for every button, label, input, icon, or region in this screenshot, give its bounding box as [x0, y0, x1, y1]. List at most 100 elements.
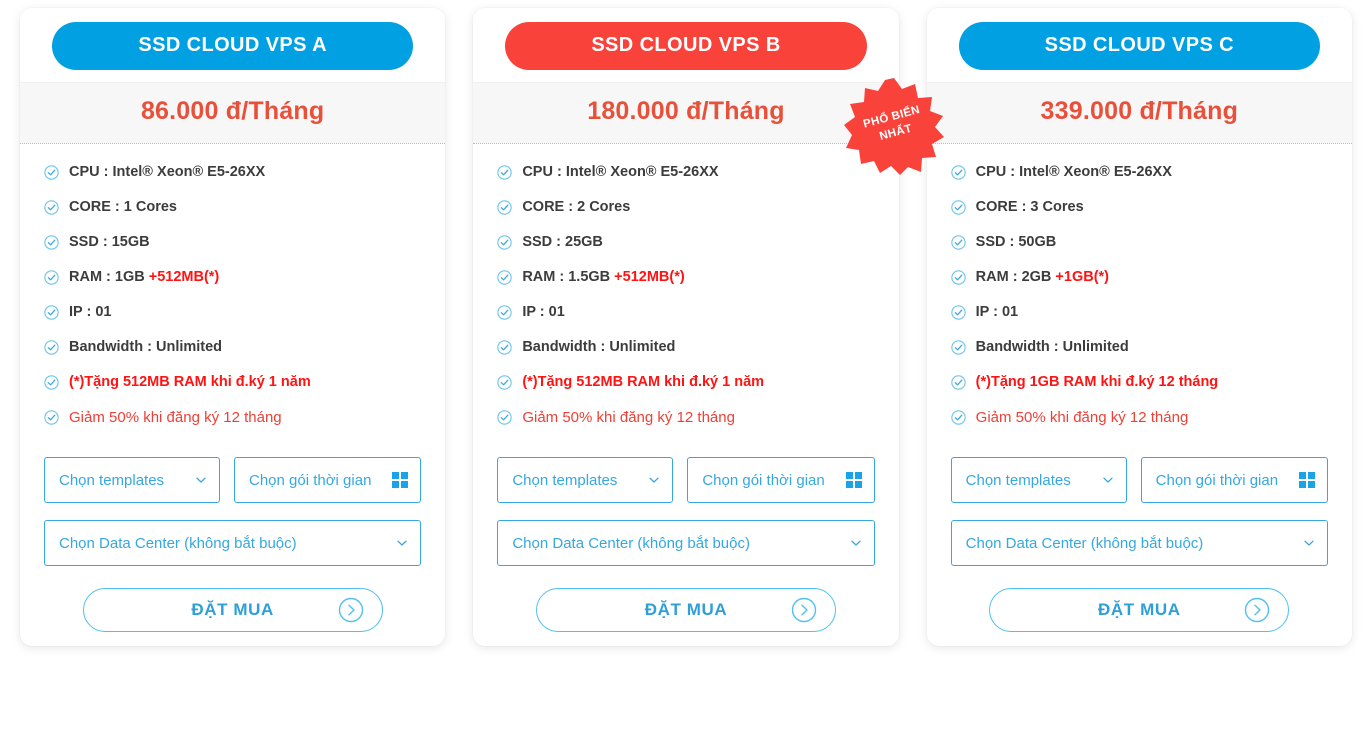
order-button-wrap: ĐẶT MUA: [927, 566, 1352, 632]
select-duration[interactable]: Chọn gói thời gian: [234, 457, 422, 503]
select-datacenter[interactable]: Chọn Data Center (không bắt buộc): [497, 520, 875, 566]
check-circle-icon: [950, 165, 966, 180]
feature-list: CPU : Intel® Xeon® E5-26XX CORE : 1 Core…: [44, 144, 421, 451]
arrow-right-circle-icon: [791, 597, 817, 623]
check-circle-icon: [497, 200, 513, 215]
check-circle-icon: [497, 340, 513, 355]
feature-label: CPU : Intel® Xeon® E5-26XX: [975, 164, 1172, 181]
grid-icon: [845, 472, 862, 488]
feature-label: CORE : 2 Cores: [522, 199, 631, 216]
select-datacenter[interactable]: Chọn Data Center (không bắt buộc): [44, 520, 422, 566]
plan-price: 180.000 đ/Tháng: [587, 97, 785, 125]
order-button[interactable]: ĐẶT MUA: [989, 588, 1290, 632]
check-circle-icon: [497, 235, 513, 250]
price-band: 86.000 đ/Tháng: [20, 82, 446, 144]
feature-label: CORE : 3 Cores: [975, 199, 1084, 216]
feature-label: SSD : 50GB: [975, 234, 1057, 251]
pricing-cards-row: SSD CLOUD VPS A 86.000 đ/Tháng CPU : Int…: [0, 0, 1372, 646]
check-circle-icon: [44, 340, 59, 355]
feature-item: Bandwidth : Unlimited: [497, 340, 874, 375]
feature-label: RAM : 2GB +1GB(*): [975, 269, 1109, 286]
feature-label: (*)Tặng 512MB RAM khi đ.ký 1 năm: [69, 374, 311, 391]
feature-label: RAM : 1.5GB +512MB(*): [522, 269, 685, 286]
feature-item: CPU : Intel® Xeon® E5-26XX: [497, 165, 874, 200]
pricing-card-3: SSD CLOUD VPS C 339.000 đ/Tháng CPU : In…: [926, 8, 1352, 646]
feature-label: SSD : 15GB: [69, 234, 150, 251]
select-templates-label: Chọn templates: [512, 471, 618, 489]
feature-item: IP : 01: [950, 304, 1328, 340]
feature-item: CORE : 1 Cores: [44, 200, 421, 235]
feature-label: IP : 01: [69, 304, 112, 321]
check-circle-icon: [950, 235, 966, 250]
price-band: 339.000 đ/Tháng: [926, 82, 1352, 144]
feature-label: Bandwidth : Unlimited: [975, 339, 1129, 356]
order-button[interactable]: ĐẶT MUA: [535, 588, 836, 632]
check-circle-icon: [497, 305, 513, 320]
check-circle-icon: [44, 235, 59, 250]
select-datacenter-label: Chọn Data Center (không bắt buộc): [59, 534, 297, 552]
select-templates[interactable]: Chọn templates: [950, 457, 1127, 503]
chevron-down-icon: [196, 477, 206, 483]
select-templates[interactable]: Chọn templates: [44, 457, 220, 503]
check-circle-icon: [950, 200, 966, 215]
feature-label: IP : 01: [975, 304, 1019, 321]
chevron-down-icon: [397, 540, 407, 546]
order-button-label: ĐẶT MUA: [1098, 600, 1181, 619]
select-datacenter-label: Chọn Data Center (không bắt buộc): [512, 534, 750, 552]
feature-item: (*)Tặng 512MB RAM khi đ.ký 1 năm: [497, 375, 874, 410]
select-row: Chọn templates Chọn gói thời gian: [950, 457, 1328, 503]
check-circle-icon: [44, 410, 59, 425]
order-button-wrap: ĐẶT MUA: [473, 566, 898, 632]
arrow-right-circle-icon: [338, 597, 363, 623]
feature-item: CORE : 2 Cores: [497, 200, 874, 235]
select-templates-label: Chọn templates: [59, 471, 165, 489]
chevron-down-icon: [1304, 540, 1314, 546]
feature-label: IP : 01: [522, 304, 565, 321]
feature-item: SSD : 25GB: [497, 235, 874, 270]
feature-bonus: +512MB(*): [148, 269, 220, 286]
feature-list: CPU : Intel® Xeon® E5-26XX CORE : 2 Core…: [497, 144, 874, 451]
pricing-card-2: PHỔ BIẾN NHẤT SSD CLOUD VPS B 180.000 đ/…: [473, 8, 944, 646]
feature-item: RAM : 2GB +1GB(*): [950, 269, 1328, 305]
select-datacenter[interactable]: Chọn Data Center (không bắt buộc): [950, 520, 1328, 566]
feature-item: (*)Tặng 1GB RAM khi đ.ký 12 tháng: [950, 375, 1328, 410]
grid-icon: [1298, 472, 1315, 488]
chevron-down-icon: [649, 477, 659, 483]
feature-label: (*)Tặng 512MB RAM khi đ.ký 1 năm: [522, 374, 765, 391]
feature-item: CORE : 3 Cores: [950, 199, 1328, 235]
feature-item: Giảm 50% khi đăng ký 12 tháng: [497, 410, 874, 445]
check-circle-icon: [44, 200, 59, 215]
feature-item: CPU : Intel® Xeon® E5-26XX: [44, 165, 421, 200]
chevron-down-icon: [1103, 477, 1113, 483]
check-circle-icon: [950, 410, 966, 425]
arrow-right-circle-icon: [1245, 597, 1270, 623]
feature-label: Bandwidth : Unlimited: [69, 339, 223, 356]
price-band: 180.000 đ/Tháng: [473, 82, 899, 144]
check-circle-icon: [44, 165, 59, 180]
feature-label: Giảm 50% khi đăng ký 12 tháng: [69, 409, 282, 426]
order-button[interactable]: ĐẶT MUA: [82, 588, 383, 632]
select-duration[interactable]: Chọn gói thời gian: [687, 457, 875, 503]
select-datacenter-label: Chọn Data Center (không bắt buộc): [965, 534, 1204, 552]
check-circle-icon: [950, 375, 966, 390]
select-duration[interactable]: Chọn gói thời gian: [1140, 457, 1328, 503]
card-header: SSD CLOUD VPS B: [473, 8, 899, 82]
feature-item: IP : 01: [44, 305, 421, 340]
check-circle-icon: [497, 270, 513, 285]
feature-label: Bandwidth : Unlimited: [522, 339, 676, 356]
plan-title-button-1[interactable]: SSD CLOUD VPS A: [52, 22, 414, 70]
order-button-wrap: ĐẶT MUA: [20, 566, 445, 632]
plan-price: 86.000 đ/Tháng: [140, 97, 325, 125]
check-circle-icon: [44, 270, 59, 285]
feature-label: CPU : Intel® Xeon® E5-26XX: [522, 164, 719, 181]
feature-item: Bandwidth : Unlimited: [950, 339, 1328, 375]
plan-title-button-2[interactable]: SSD CLOUD VPS B: [505, 22, 867, 70]
feature-label: Giảm 50% khi đăng ký 12 tháng: [975, 409, 1189, 426]
select-row: Chọn templates Chọn gói thời gian: [497, 457, 875, 503]
feature-item: Giảm 50% khi đăng ký 12 tháng: [950, 409, 1328, 445]
select-templates-label: Chọn templates: [965, 471, 1071, 489]
plan-title-button-3[interactable]: SSD CLOUD VPS C: [958, 22, 1320, 70]
select-templates[interactable]: Chọn templates: [497, 457, 674, 503]
feature-item: RAM : 1GB +512MB(*): [44, 270, 421, 305]
check-circle-icon: [497, 410, 513, 425]
